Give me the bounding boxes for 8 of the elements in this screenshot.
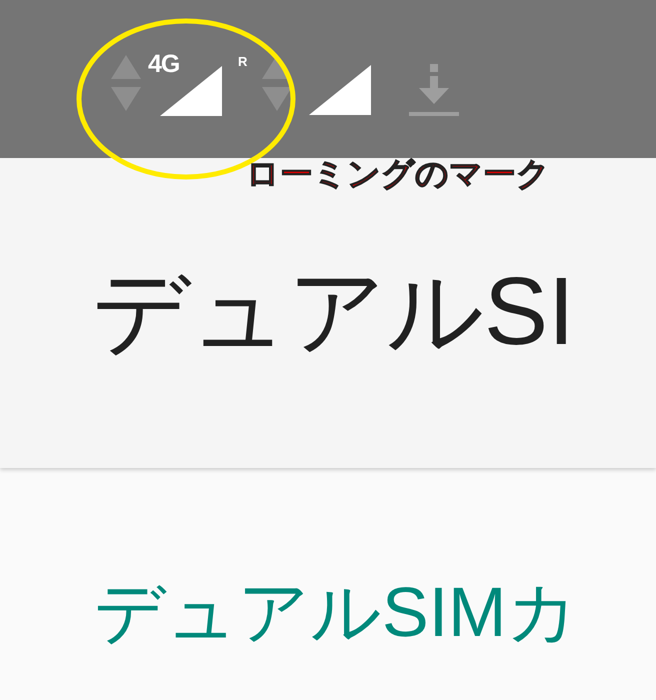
toolbar-title: デュアルSI xyxy=(92,257,575,367)
section-header: デュアルSIMカ xyxy=(94,573,578,651)
download-icon xyxy=(409,64,460,116)
data-activity-icon xyxy=(110,55,142,111)
roaming-indicator: R xyxy=(238,54,248,69)
annotation-text: ローミングのマーク xyxy=(246,153,550,195)
network-type-label: 4G xyxy=(148,52,180,76)
signal-icon xyxy=(309,65,372,115)
